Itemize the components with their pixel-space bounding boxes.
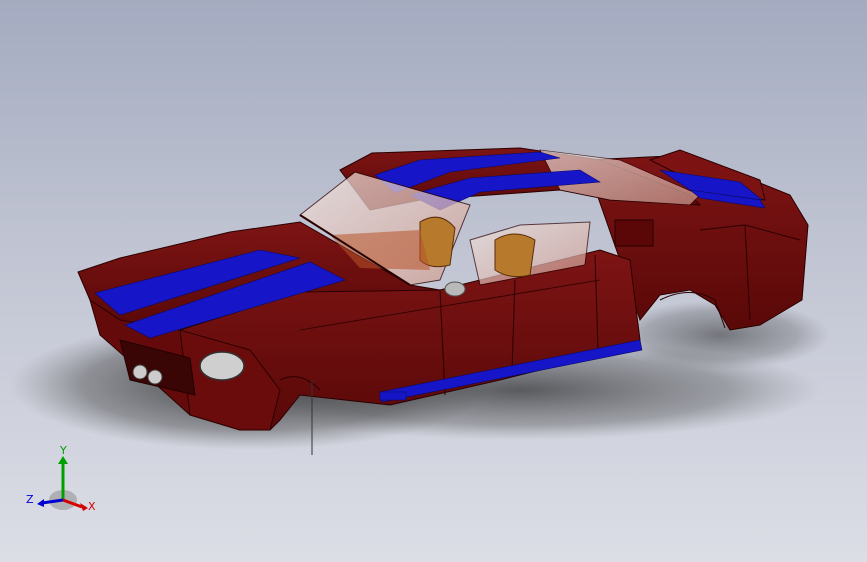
graphics-viewport[interactable]: Y X Z [0,0,867,562]
y-axis-arrowhead [58,456,68,464]
orientation-triad[interactable]: Y X Z [18,440,108,530]
side-mirror [444,281,466,297]
triad-graphic: Y X Z [26,444,96,513]
car-body-model[interactable] [0,0,867,562]
z-axis-arrowhead [37,499,44,507]
x-axis-label: X [88,500,96,513]
z-axis-label: Z [26,493,34,506]
y-axis-label: Y [59,444,67,457]
